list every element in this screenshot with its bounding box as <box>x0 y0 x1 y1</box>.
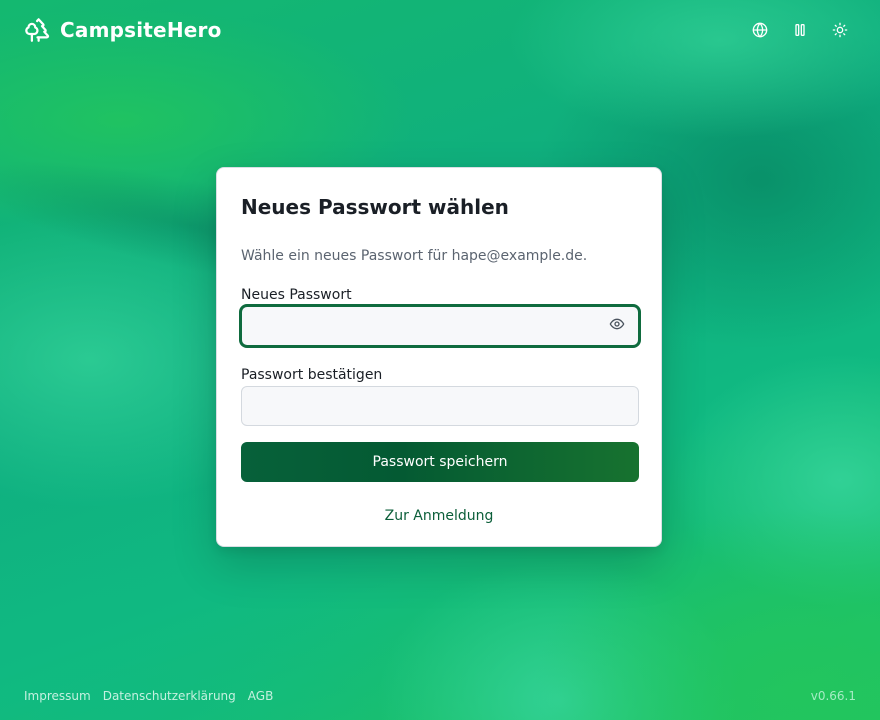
confirm-password-wrapper <box>241 386 639 426</box>
footer-links: Impressum Datenschutzerklärung AGB <box>24 689 273 703</box>
toggle-password-visibility-button[interactable] <box>607 316 627 336</box>
save-password-button[interactable]: Passwort speichern <box>241 442 639 482</box>
header-actions <box>744 14 856 46</box>
brand[interactable]: CampsiteHero <box>24 16 222 43</box>
app-version: v0.66.1 <box>810 689 856 703</box>
new-password-input[interactable] <box>241 306 639 346</box>
confirm-password-input[interactable] <box>241 386 639 426</box>
sun-icon <box>832 22 848 38</box>
pause-icon <box>792 22 808 38</box>
globe-icon <box>752 22 768 38</box>
pause-button[interactable] <box>784 14 816 46</box>
reset-password-card: Neues Passwort wählen Wähle ein neues Pa… <box>216 167 662 547</box>
confirm-password-label: Passwort bestätigen <box>241 367 383 383</box>
page-title: Neues Passwort wählen <box>241 195 509 219</box>
footer-link-impressum[interactable]: Impressum <box>24 689 91 703</box>
new-password-label: Neues Passwort <box>241 287 352 303</box>
trees-icon <box>24 16 51 43</box>
language-button[interactable] <box>744 14 776 46</box>
eye-icon <box>609 316 625 336</box>
card-description: Wähle ein neues Passwort für hape@exampl… <box>241 248 588 264</box>
back-to-login-link[interactable]: Zur Anmeldung <box>241 506 637 526</box>
new-password-wrapper <box>241 306 639 346</box>
brand-name: CampsiteHero <box>60 17 222 42</box>
theme-toggle-button[interactable] <box>824 14 856 46</box>
footer-link-datenschutz[interactable]: Datenschutzerklärung <box>103 689 236 703</box>
footer-link-agb[interactable]: AGB <box>248 689 274 703</box>
